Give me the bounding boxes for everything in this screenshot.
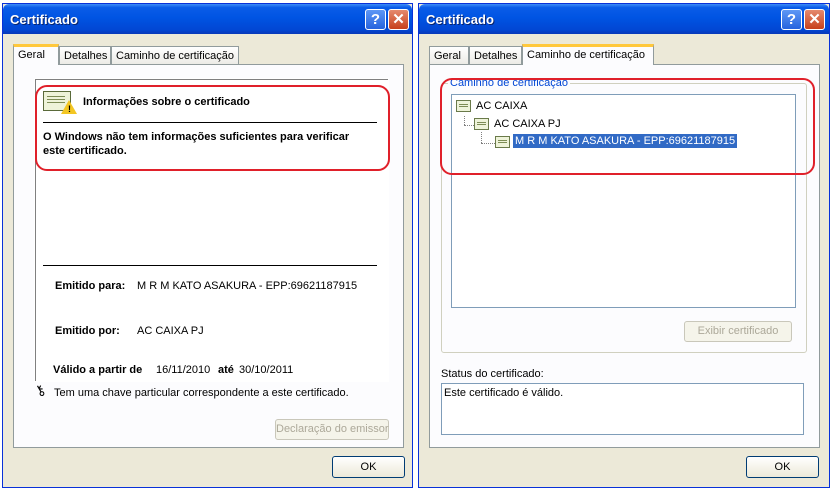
- certificate-window-general: Certificado ? ✕ Geral Detalhes Caminho d…: [2, 3, 413, 488]
- tab-general[interactable]: Geral: [13, 44, 59, 65]
- tab-details[interactable]: Detalhes: [59, 46, 111, 64]
- tab-panel-certification-path: Caminho de certificação AC CAIXA AC CAIX…: [429, 64, 820, 448]
- help-icon[interactable]: ?: [365, 9, 386, 30]
- view-certificate-button[interactable]: Exibir certificado: [684, 321, 792, 342]
- tree-connector: [464, 116, 465, 125]
- status-box: Este certificado é válido.: [441, 383, 804, 435]
- tab-general[interactable]: Geral: [429, 46, 469, 64]
- tab-certification-path[interactable]: Caminho de certificação: [522, 44, 654, 65]
- tab-details-label: Detalhes: [474, 50, 518, 62]
- certificate-icon: [495, 136, 510, 148]
- tab-certification-path-label: Caminho de certificação: [116, 50, 235, 62]
- details-divider: [43, 265, 377, 266]
- certification-path-tree[interactable]: AC CAIXA AC CAIXA PJ M R M KATO ASAKURA …: [451, 94, 796, 308]
- issued-by-label: Emitido por:: [55, 325, 120, 337]
- info-message-line2: este certificado.: [43, 145, 127, 157]
- issued-to-value: M R M KATO ASAKURA - EPP:69621187915: [137, 280, 358, 292]
- status-value: Este certificado é válido.: [444, 387, 564, 399]
- window-title: Certificado: [10, 12, 78, 27]
- tree-item-label: AC CAIXA PJ: [494, 118, 561, 130]
- key-icon: ⚷: [31, 380, 49, 400]
- tab-details-label: Detalhes: [64, 50, 108, 62]
- view-certificate-label: Exibir certificado: [697, 325, 779, 337]
- path-group-label: Caminho de certificação: [448, 77, 571, 89]
- heading-divider: [43, 122, 377, 123]
- ok-label: OK: [774, 461, 791, 473]
- private-key-note: Tem uma chave particular correspondente …: [54, 387, 349, 399]
- tree-connector: [464, 125, 474, 126]
- ok-button[interactable]: OK: [746, 456, 819, 478]
- issuer-statement-button[interactable]: Declaração do emissor: [275, 419, 389, 440]
- title-bar[interactable]: Certificado ? ✕: [3, 4, 412, 34]
- valid-from-label: Válido a partir de: [53, 364, 143, 376]
- tree-item-label-selected: M R M KATO ASAKURA - EPP:69621187915: [513, 134, 738, 148]
- help-icon[interactable]: ?: [781, 9, 802, 30]
- certificate-icon: [456, 100, 471, 112]
- tree-item-label: AC CAIXA: [476, 100, 528, 112]
- certificate-warning-icon: !: [43, 91, 77, 115]
- title-bar[interactable]: Certificado ? ✕: [419, 4, 829, 34]
- valid-to-value: 30/10/2011: [239, 364, 294, 376]
- ok-label: OK: [360, 461, 377, 473]
- valid-to-label: até: [218, 364, 234, 376]
- close-icon[interactable]: ✕: [804, 9, 825, 30]
- tab-details[interactable]: Detalhes: [469, 46, 522, 64]
- info-heading: Informações sobre o certificado: [83, 96, 250, 108]
- valid-from-value: 16/11/2010: [156, 364, 211, 376]
- close-icon[interactable]: ✕: [388, 9, 409, 30]
- status-label: Status do certificado:: [441, 368, 544, 380]
- issued-to-label: Emitido para:: [55, 280, 126, 292]
- tab-general-label: Geral: [18, 49, 45, 61]
- window-title: Certificado: [426, 12, 494, 27]
- info-message-line1: O Windows não tem informações suficiente…: [43, 131, 350, 143]
- tab-certification-path-label: Caminho de certificação: [527, 49, 646, 61]
- tree-connector: [481, 132, 482, 143]
- tab-certification-path[interactable]: Caminho de certificação: [111, 46, 239, 64]
- certificate-icon: [474, 118, 489, 130]
- issuer-statement-label: Declaração do emissor: [276, 423, 389, 435]
- issued-by-value: AC CAIXA PJ: [137, 325, 204, 337]
- certificate-window-path: Certificado ? ✕ Geral Detalhes Caminho d…: [418, 3, 830, 488]
- certificate-info-box: ! Informações sobre o certificado O Wind…: [34, 78, 389, 382]
- tab-panel-general: ! Informações sobre o certificado O Wind…: [13, 64, 404, 448]
- tree-connector: [481, 143, 495, 144]
- ok-button[interactable]: OK: [332, 456, 405, 478]
- tab-general-label: Geral: [434, 50, 461, 62]
